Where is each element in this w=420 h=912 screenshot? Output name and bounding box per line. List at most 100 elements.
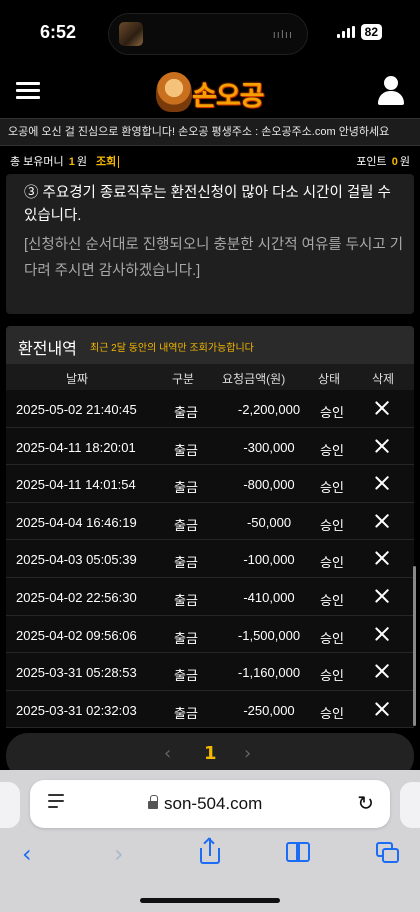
table-row: 2025-04-03 05:05:39 출금 -100,000 승인 <box>6 540 414 578</box>
table-row: 2025-04-11 18:20:01 출금 -300,000 승인 <box>6 427 414 466</box>
row-type: 출금 <box>174 480 198 496</box>
delete-icon[interactable] <box>372 511 392 531</box>
delete-icon[interactable] <box>372 548 392 568</box>
site-logo[interactable]: 손오공 <box>156 70 268 114</box>
audio-wave-icon: ıılıı <box>272 28 293 41</box>
delete-icon[interactable] <box>372 398 392 418</box>
lock-icon <box>148 795 158 810</box>
history-title: 환전내역 <box>18 341 77 358</box>
row-date: 2025-04-02 09:56:06 <box>16 627 137 643</box>
table-row: 2025-04-04 16:46:19 출금 -50,000 승인 <box>6 502 414 541</box>
balance-bar: 총 보유머니 1원 조회 포인트 0원 <box>0 146 420 174</box>
row-status: 승인 <box>320 555 344 571</box>
status-time: 6:52 <box>40 22 77 42</box>
page-scrollbar[interactable] <box>413 566 416 726</box>
row-type: 출금 <box>174 555 198 571</box>
money-amount: 1 <box>68 156 75 168</box>
history-subtitle: 최근 2달 동안의 내역만 조회가능합니다 <box>90 343 254 354</box>
row-type: 출금 <box>174 630 198 646</box>
row-status: 승인 <box>320 442 344 458</box>
reader-icon[interactable] <box>48 794 64 814</box>
logo-text: 손오공 <box>192 81 265 112</box>
row-date: 2025-04-11 14:01:54 <box>16 477 136 493</box>
row-status: 승인 <box>320 480 344 496</box>
user-icon[interactable] <box>378 76 404 106</box>
row-status: 승인 <box>320 517 344 533</box>
row-type: 출금 <box>174 517 198 533</box>
col-date: 날짜 <box>66 372 89 386</box>
reload-icon[interactable]: ↻ <box>357 791 374 815</box>
row-type: 출금 <box>174 442 198 458</box>
delete-icon[interactable] <box>372 436 392 456</box>
home-indicator <box>140 898 280 903</box>
delete-icon[interactable] <box>372 699 392 719</box>
delete-icon[interactable] <box>372 586 392 606</box>
row-status: 승인 <box>320 630 344 646</box>
notice-sub-text: [신청하신 순서대로 진행되오니 충분한 시간적 여유를 두시고 기다려 주시면… <box>24 237 404 279</box>
row-status: 승인 <box>320 668 344 684</box>
balance-check-button[interactable]: 조회 <box>96 156 116 168</box>
ios-status-bar: 6:52 ıılıı 82 <box>0 0 420 66</box>
table-row: 2025-04-02 22:56:30 출금 -410,000 승인 <box>6 577 414 616</box>
col-type: 구분 <box>172 372 195 386</box>
table-row: 2025-03-31 05:28:53 출금 -1,160,000 승인 <box>6 653 414 691</box>
row-status: 승인 <box>320 592 344 608</box>
row-amount: -100,000 <box>243 552 295 568</box>
page-number-current[interactable]: 1 <box>204 743 217 764</box>
row-type: 출금 <box>174 592 198 608</box>
forward-icon[interactable]: › <box>114 840 124 868</box>
table-row: 2025-05-02 21:40:45 출금 -2,200,000 승인 <box>6 390 414 428</box>
row-date: 2025-04-03 05:05:39 <box>16 552 137 568</box>
row-amount: -2,200,000 <box>237 402 301 417</box>
table-row: 2025-04-02 09:56:06 출금 -1,500,000 승인 <box>6 615 414 654</box>
delete-icon[interactable] <box>372 473 392 493</box>
col-status: 상태 <box>318 372 341 386</box>
bookmarks-icon[interactable] <box>286 842 312 862</box>
row-date: 2025-05-02 21:40:45 <box>16 402 137 417</box>
row-date: 2025-04-04 16:46:19 <box>16 514 137 530</box>
previous-tab-preview[interactable] <box>0 782 20 828</box>
row-amount: -250,000 <box>243 702 295 718</box>
row-date: 2025-03-31 02:32:03 <box>16 702 137 718</box>
tabs-icon[interactable] <box>376 842 400 864</box>
hamburger-icon[interactable] <box>16 82 40 100</box>
logo-mascot-icon <box>156 72 192 112</box>
url-text[interactable]: son-504.com <box>164 794 262 814</box>
row-status: 승인 <box>320 405 344 420</box>
share-icon[interactable] <box>198 837 222 866</box>
dynamic-island: ıılıı <box>108 13 308 55</box>
row-amount: -50,000 <box>246 514 292 530</box>
back-icon[interactable]: ‹ <box>22 840 32 868</box>
point-label: 포인트 <box>356 156 387 168</box>
row-date: 2025-04-11 18:20:01 <box>16 439 136 455</box>
notice-main-text: ③ 주요경기 종료직후는 환전신청이 많아 다소 시간이 걸릴 수 있습니다. <box>24 185 391 224</box>
delete-icon[interactable] <box>372 661 392 681</box>
point-unit: 원 <box>399 156 410 168</box>
prev-page-button[interactable]: ‹ <box>164 743 171 764</box>
withdrawal-history-panel: 환전내역 최근 2달 동안의 내역만 조회가능합니다 날짜 구분 요청금액(원)… <box>6 326 414 728</box>
row-type: 출금 <box>174 405 198 420</box>
row-amount: -1,500,000 <box>237 627 301 643</box>
address-bar[interactable]: son-504.com ↻ <box>30 780 390 828</box>
point-amount: 0 <box>391 156 398 168</box>
row-type: 출금 <box>174 668 198 684</box>
row-date: 2025-04-02 22:56:30 <box>16 589 137 605</box>
row-amount: -1,160,000 <box>237 665 301 681</box>
history-rows: 2025-05-02 21:40:45 출금 -2,200,000 승인 2025-04… <box>6 390 414 728</box>
col-amount: 요청금액(원) <box>222 372 286 386</box>
row-amount: -300,000 <box>243 439 295 455</box>
money-unit: 원 <box>76 156 87 168</box>
status-indicators: 82 <box>336 24 382 40</box>
site-header: 손오공 <box>0 66 420 118</box>
row-amount: -800,000 <box>243 477 295 493</box>
delete-icon[interactable] <box>372 624 392 644</box>
battery-badge: 82 <box>360 24 382 40</box>
marquee-text: 오공에 오신 걸 진심으로 환영합니다! 손오공 평생주소 : 손오공주소.co… <box>8 126 390 138</box>
point-balance: 포인트 0원 <box>356 153 410 169</box>
col-delete: 삭제 <box>372 372 395 386</box>
signal-icon <box>336 26 355 38</box>
next-page-button[interactable]: › <box>244 743 251 764</box>
table-row: 2025-04-11 14:01:54 출금 -800,000 승인 <box>6 465 414 503</box>
history-header: 환전내역 최근 2달 동안의 내역만 조회가능합니다 <box>6 326 414 364</box>
next-tab-preview[interactable] <box>400 782 420 828</box>
